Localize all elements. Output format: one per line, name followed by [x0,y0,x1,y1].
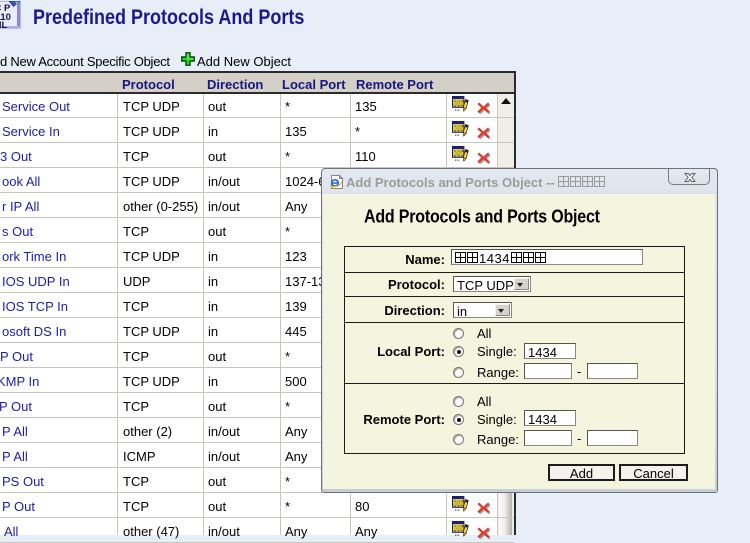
svg-text:AIL: AIL [0,20,8,29]
